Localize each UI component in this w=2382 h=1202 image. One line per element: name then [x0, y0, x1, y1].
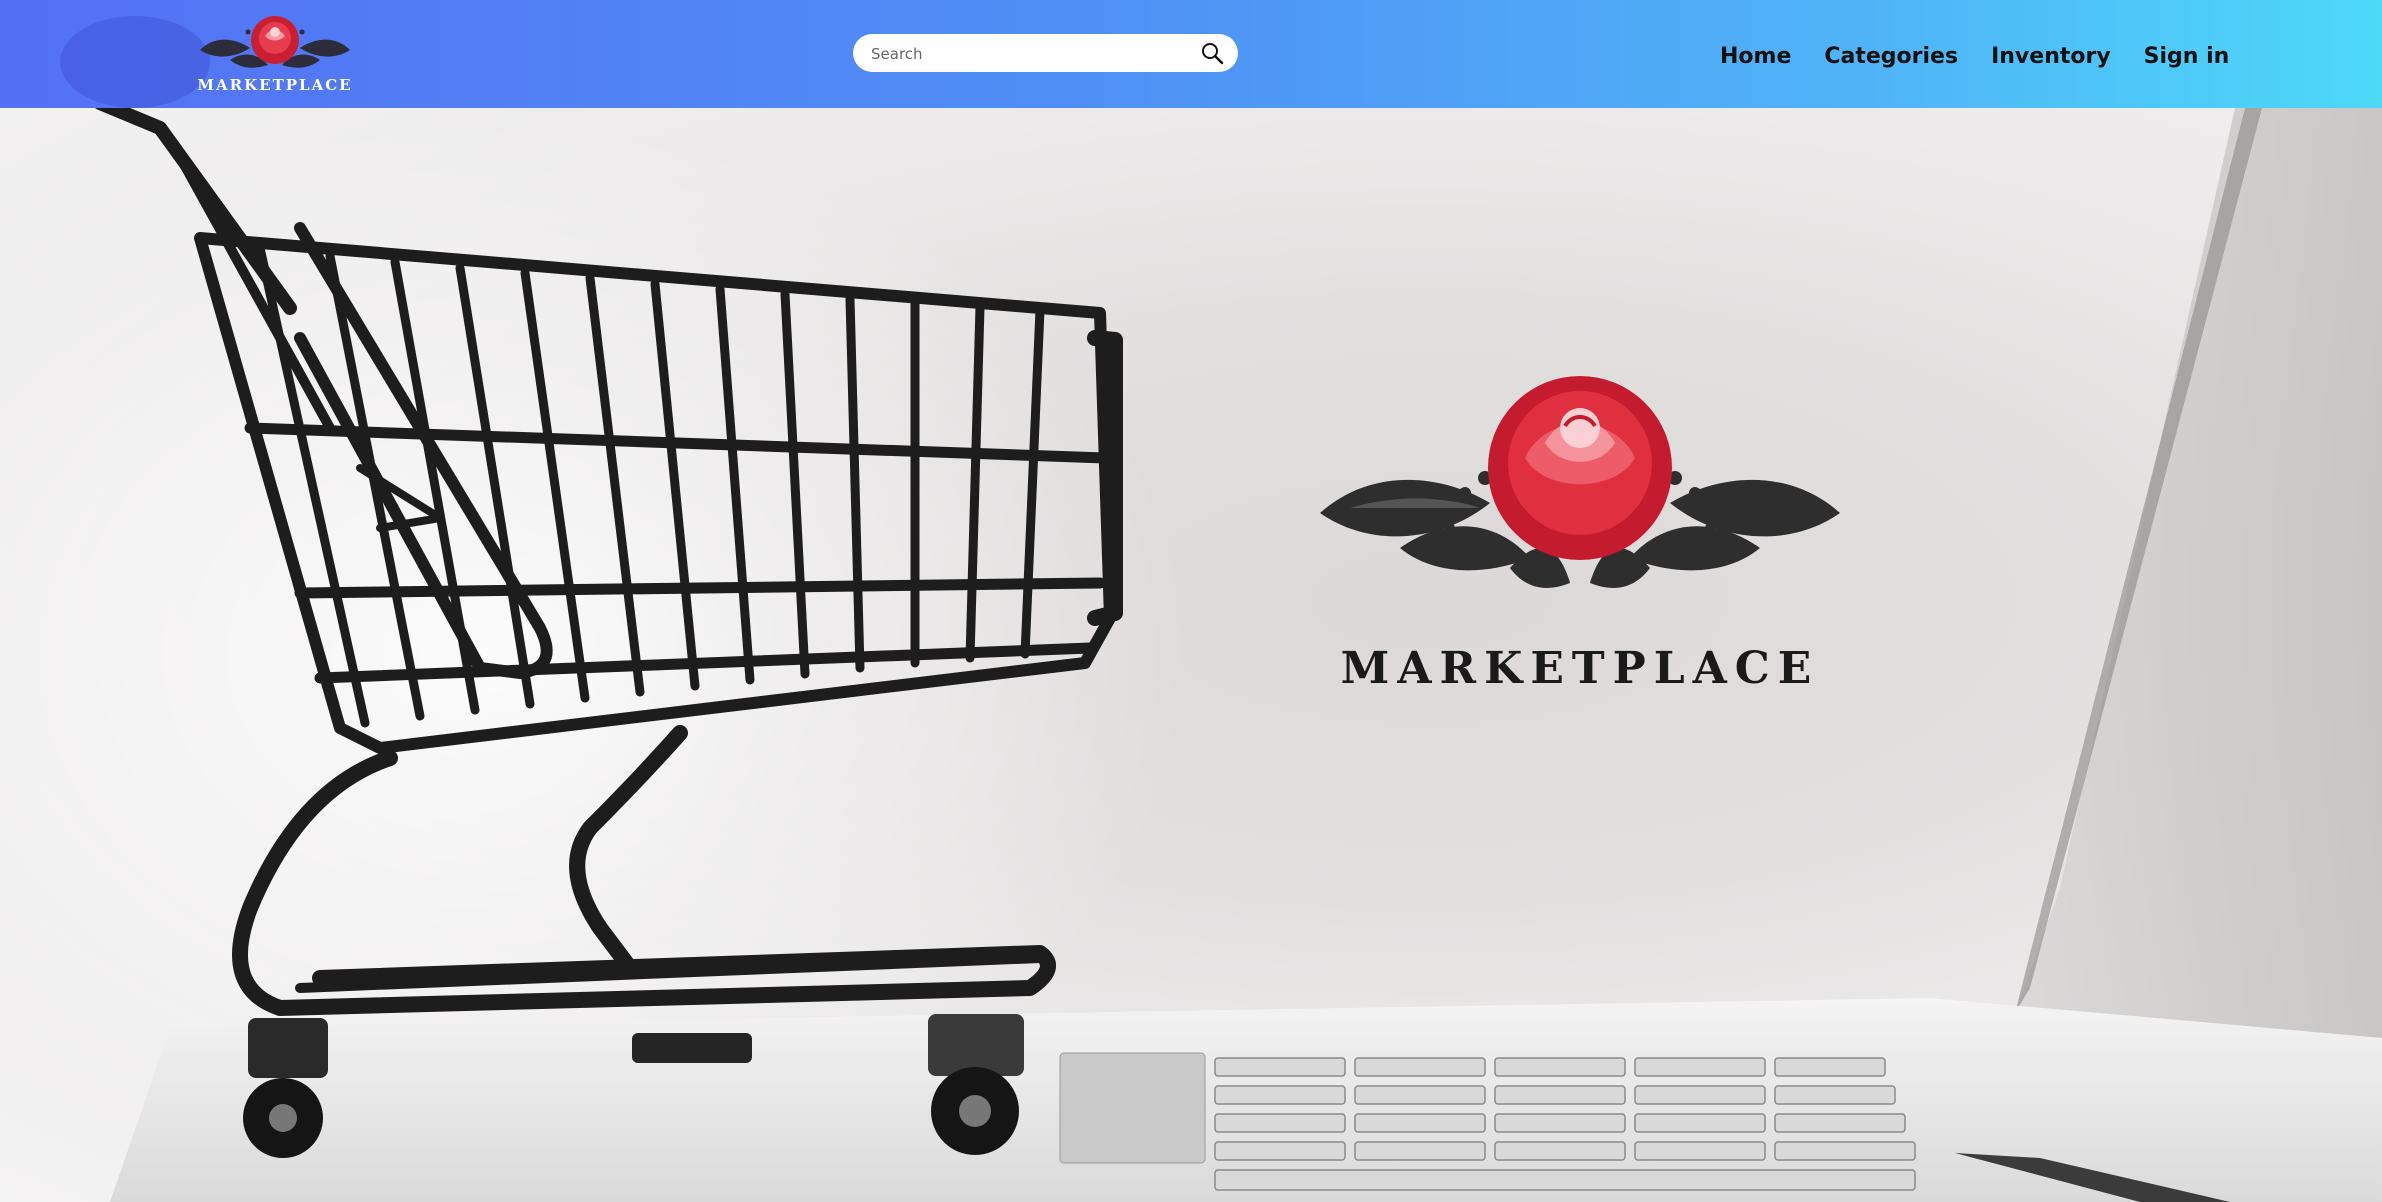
nav-link-sign-in[interactable]: Sign in	[2144, 44, 2230, 69]
nav-logo-text: MARKETPLACE	[197, 76, 353, 94]
hero-logo-text: MARKETPLACE	[1340, 643, 1820, 694]
top-navbar: MARKETPLACE Home Categories Inventory Si…	[0, 0, 2382, 108]
search-bar	[853, 34, 1238, 72]
nav-link-home[interactable]: Home	[1720, 44, 1791, 69]
nav-link-categories[interactable]: Categories	[1824, 44, 1958, 69]
main-nav: Home Categories Inventory Sign in	[1720, 44, 2229, 69]
hero-logo: MARKETPLACE	[1310, 318, 1850, 698]
rose-logo-icon	[200, 16, 350, 68]
nav-logo[interactable]: MARKETPLACE	[180, 10, 370, 98]
search-icon[interactable]	[1200, 41, 1224, 65]
hero-banner: MARKETPLACE	[0, 108, 2382, 1202]
rose-emblem-icon	[1320, 376, 1840, 588]
nav-link-inventory[interactable]: Inventory	[1991, 44, 2111, 69]
shopping-cart-image	[95, 108, 1123, 1158]
search-input[interactable]	[869, 40, 1173, 68]
